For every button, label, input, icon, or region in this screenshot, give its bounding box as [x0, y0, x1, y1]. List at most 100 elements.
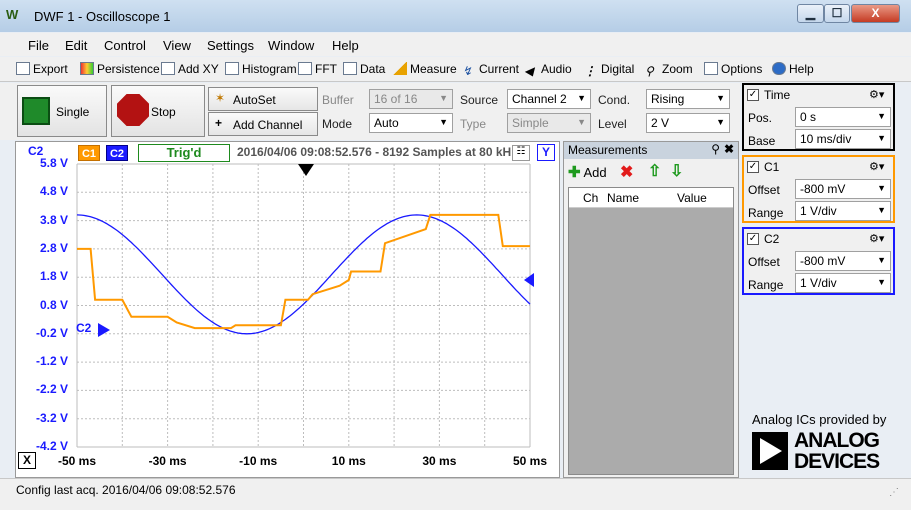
c2-checkbox[interactable]: ✓ — [747, 233, 759, 245]
fft-icon — [298, 62, 312, 75]
y-tick-label: 0.8 V — [39, 297, 68, 312]
x-tick-label: 10 ms — [331, 454, 366, 468]
add-xy-button[interactable]: Add XY — [161, 62, 219, 76]
time-title: Time — [764, 88, 791, 102]
c1-tag[interactable]: C1 — [78, 145, 100, 161]
histogram-button[interactable]: Histogram — [225, 62, 297, 76]
resize-grip-icon[interactable]: ⋰ — [889, 487, 899, 498]
mode-select[interactable]: Auto ▼ — [369, 113, 453, 133]
fft-label: FFT — [315, 62, 337, 76]
level-input[interactable]: 2 V ▼ — [646, 113, 730, 133]
panel-options-icon[interactable]: ⚙▾ — [869, 88, 884, 101]
c1-range-select[interactable]: 1 V/div ▼ — [795, 201, 891, 221]
time-base-label: Base — [748, 134, 776, 148]
help-label: Help — [789, 62, 814, 76]
help-button[interactable]: Help — [772, 62, 814, 76]
c1-offset-input[interactable]: -800 mV ▼ — [795, 179, 891, 199]
trigger-position-marker — [298, 164, 314, 176]
add-measurement-button[interactable]: ✚ Add — [568, 163, 607, 181]
c2-range-select[interactable]: 1 V/div ▼ — [795, 273, 891, 293]
time-base-select[interactable]: 10 ms/div ▼ — [795, 129, 891, 149]
autoset-button[interactable]: ✶ AutoSet — [208, 87, 318, 111]
measurements-columns: Ch Name Value — [569, 188, 733, 208]
data-button[interactable]: Data — [343, 62, 385, 76]
move-up-icon[interactable]: ⇧ — [648, 161, 661, 181]
move-down-icon[interactable]: ⇩ — [670, 161, 683, 181]
column-ch[interactable]: Ch — [583, 191, 598, 205]
measure-label: Measure — [410, 62, 457, 76]
delete-icon[interactable]: ✖ — [620, 162, 633, 182]
y-axis-button[interactable]: Y — [537, 144, 555, 161]
x-axis-button[interactable]: X — [18, 452, 36, 469]
single-run-icon — [22, 97, 50, 125]
type-value: Simple — [512, 116, 549, 130]
menu-window[interactable]: Window — [268, 38, 314, 53]
close-button[interactable]: X — [851, 4, 900, 23]
y-tick-label: -0.2 V — [35, 325, 68, 340]
condition-select[interactable]: Rising ▼ — [646, 89, 730, 109]
minimize-button[interactable]: ▁ — [797, 4, 824, 23]
pin-icon[interactable]: ⚲ — [711, 142, 720, 156]
time-checkbox[interactable]: ✓ — [747, 89, 759, 101]
persistence-button[interactable]: Persistence — [80, 62, 160, 76]
menu-view[interactable]: View — [163, 38, 191, 53]
menu-edit[interactable]: Edit — [65, 38, 87, 53]
add-channel-button[interactable]: + Add Channel — [208, 112, 318, 136]
stop-icon — [117, 94, 149, 126]
dropdown-arrow-icon: ▼ — [877, 277, 886, 287]
source-select[interactable]: Channel 2 ▼ — [507, 89, 591, 109]
plot-settings-icon[interactable]: ☷ — [512, 145, 530, 161]
c2-offset-input[interactable]: -800 mV ▼ — [795, 251, 891, 271]
c1-range-label: Range — [748, 206, 784, 220]
dropdown-arrow-icon: ▼ — [577, 93, 586, 103]
scope-plot[interactable]: C2 C1 C2 Trig'd 2016/04/06 09:08:52.576 … — [15, 141, 560, 478]
title-bar: W DWF 1 - Oscilloscope 1 ▁ ☐ X — [0, 0, 911, 32]
dropdown-arrow-icon: ▼ — [716, 93, 725, 103]
options-button[interactable]: Options — [704, 62, 762, 76]
menu-help[interactable]: Help — [332, 38, 359, 53]
x-tick-label: -10 ms — [239, 454, 278, 468]
panel-options-icon[interactable]: ⚙▾ — [869, 232, 884, 245]
menu-settings[interactable]: Settings — [207, 38, 254, 53]
buffer-value: 16 of 16 — [374, 92, 418, 106]
menu-control[interactable]: Control — [104, 38, 146, 53]
type-select[interactable]: Simple ▼ — [507, 113, 591, 133]
single-button[interactable]: Single — [17, 85, 107, 137]
zoom-icon: ⚲ — [645, 64, 654, 78]
audio-button[interactable]: ◀ Audio — [524, 62, 572, 78]
digital-button[interactable]: ⋮ Digital — [584, 62, 634, 78]
dropdown-arrow-icon: ▼ — [716, 117, 725, 127]
menu-bar: File Edit Control View Settings Window H… — [0, 33, 911, 56]
close-icon[interactable]: ✖ — [724, 142, 734, 156]
control-bar: Single Stop ✶ AutoSet + Add Channel Buffer… — [0, 83, 740, 140]
c1-checkbox[interactable]: ✓ — [747, 161, 759, 173]
c2-offset-label: Offset — [748, 255, 780, 269]
persistence-label: Persistence — [97, 62, 160, 76]
export-button[interactable]: Export — [16, 62, 68, 76]
fft-button[interactable]: FFT — [298, 62, 337, 76]
maximize-button[interactable]: ☐ — [824, 4, 850, 23]
time-pos-input[interactable]: 0 s ▼ — [795, 107, 891, 127]
c1-title: C1 — [764, 160, 780, 174]
x-tick-label: 50 ms — [512, 454, 548, 468]
y-tick-label: 5.8 V — [39, 156, 68, 170]
type-label: Type — [460, 117, 487, 131]
source-value: Channel 2 — [512, 92, 567, 106]
add-channel-icon: + — [215, 116, 223, 130]
c1-range-value: 1 V/div — [800, 204, 837, 218]
c1-trace — [77, 213, 530, 330]
c2-tag[interactable]: C2 — [106, 145, 128, 161]
zoom-button[interactable]: ⚲ Zoom — [645, 62, 693, 78]
measure-button[interactable]: Measure — [393, 62, 457, 76]
stop-button[interactable]: Stop — [111, 85, 205, 137]
buffer-select[interactable]: 16 of 16 ▼ — [369, 89, 453, 109]
current-button[interactable]: ↯ Current — [462, 62, 519, 78]
ad-triangle-icon — [752, 432, 788, 470]
export-icon — [16, 62, 30, 75]
panel-options-icon[interactable]: ⚙▾ — [869, 160, 884, 173]
column-name[interactable]: Name — [607, 191, 639, 205]
x-tick-label: 30 ms — [422, 454, 457, 468]
x-tick-label: -50 ms — [57, 454, 97, 468]
menu-file[interactable]: File — [28, 38, 49, 53]
column-value[interactable]: Value — [677, 191, 707, 205]
